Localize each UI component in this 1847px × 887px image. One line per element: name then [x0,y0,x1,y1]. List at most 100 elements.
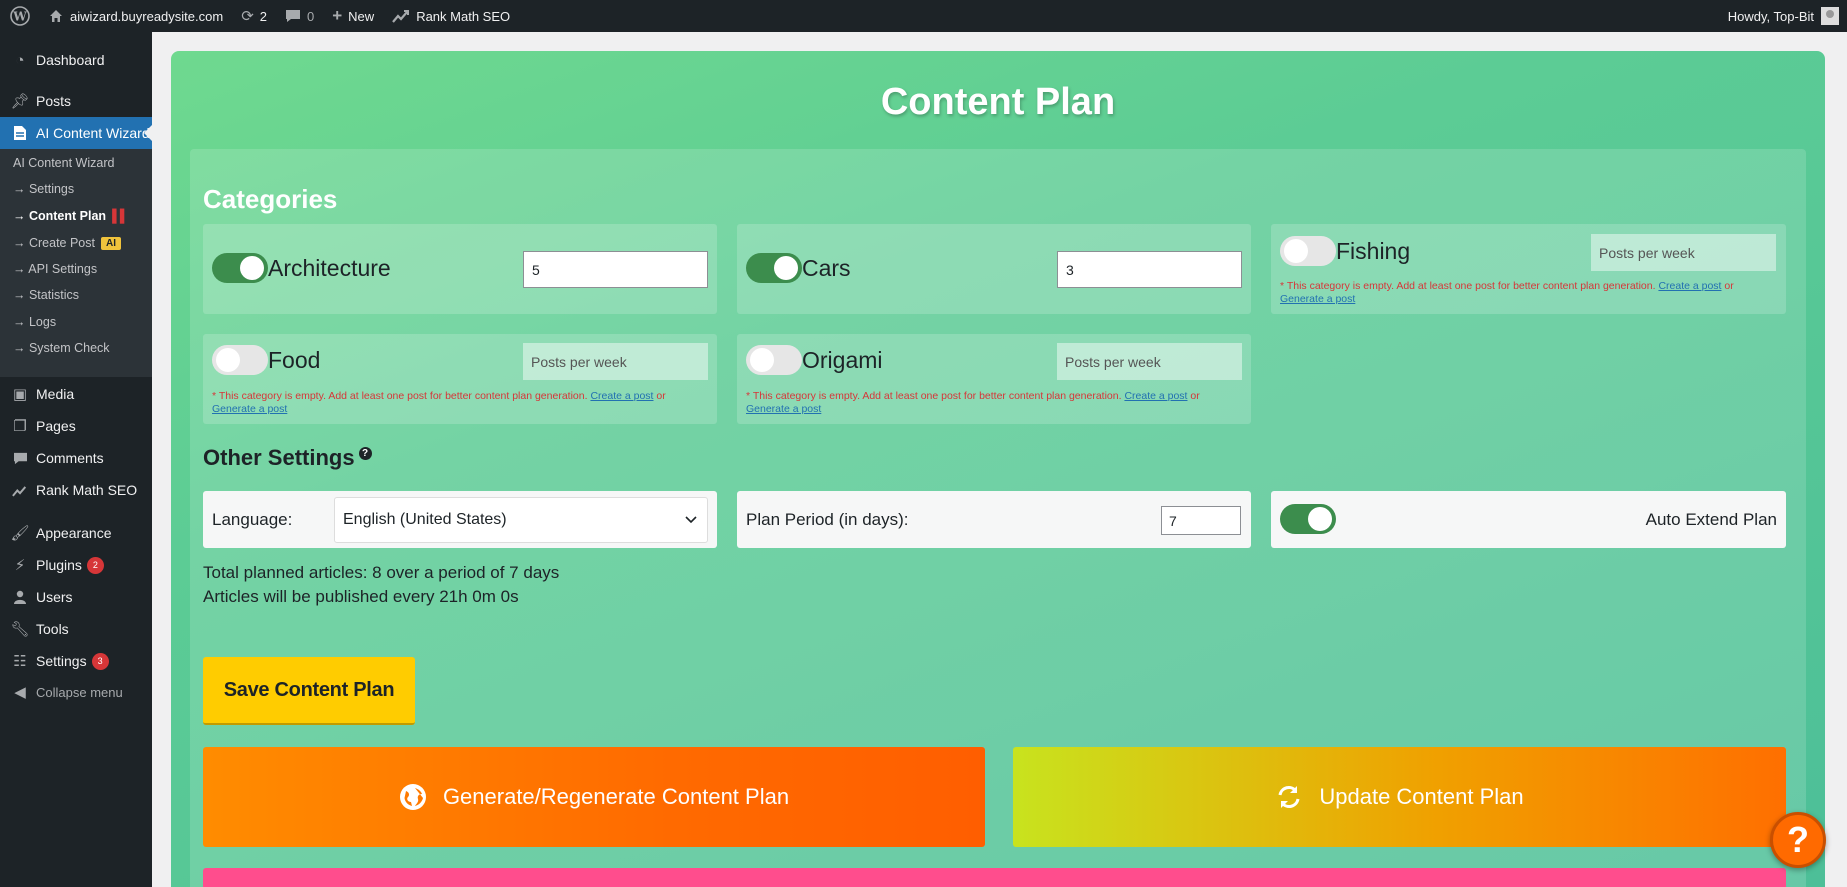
content-plan-panel: Content Plan Categories Architecture Car… [171,51,1825,887]
new-content-link[interactable]: + New [323,0,383,32]
sidebar-item-comments[interactable]: Comments [0,442,152,474]
updates-count: 2 [259,8,267,24]
new-label: New [348,8,375,24]
categories-heading: Categories [203,184,338,214]
sidebar-item-users[interactable]: Users [0,581,152,613]
rank-math-link[interactable]: Rank Math SEO [383,0,519,32]
updates-link[interactable]: ⟳ 2 [232,0,276,32]
summary-frequency: Articles will be published every 21h 0m … [203,587,519,606]
posts-per-week-input[interactable] [1057,343,1242,380]
sliders-icon: ☷ [13,653,27,670]
update-content-plan-button[interactable]: Update Content Plan [1013,747,1786,847]
sidebar-item-posts[interactable]: 📌︎ Posts [0,85,152,117]
home-icon [48,8,64,24]
generate-post-link[interactable]: Generate a post [746,403,821,415]
toggle-knob [1284,239,1308,263]
submenu-content-plan[interactable]: → Content Plan ▌▌ [13,205,129,227]
generate-post-link[interactable]: Generate a post [212,403,287,415]
category-toggle[interactable] [212,345,268,375]
my-account[interactable]: Howdy, Top-Bit [1728,7,1847,25]
sidebar-item-pages[interactable]: ❐ Pages [0,410,152,442]
heading-text: Other Settings [203,445,355,470]
media-icon: ▣ [12,386,28,403]
sidebar-item-media[interactable]: ▣ Media [0,378,152,410]
category-toggle[interactable] [212,253,268,283]
button-label: Update Content Plan [1319,784,1524,809]
comment-icon [10,452,30,465]
site-name: aiwizard.buyreadysite.com [70,8,224,24]
rank-math-icon [392,9,410,23]
language-label: Language: [212,510,293,529]
note-text: * This category is empty. Add at least o… [212,390,588,402]
empty-category-note: * This category is empty. Add at least o… [212,390,712,416]
save-content-plan-button[interactable]: Save Content Plan [203,657,415,725]
action-button-partial[interactable] [203,868,1786,887]
sidebar-item-label: Users [36,589,73,605]
wrench-icon: 🔧︎ [10,621,30,638]
wordpress-icon: W [10,6,30,26]
sidebar-item-plugins[interactable]: ⚡︎ Plugins 2 [0,549,152,581]
sidebar-item-tools[interactable]: 🔧︎ Tools [0,613,152,645]
generate-post-link[interactable]: Generate a post [1280,293,1355,305]
help-icon[interactable]: ? [358,446,372,460]
posts-per-week-input[interactable] [1057,251,1242,288]
category-card-architecture: Architecture [203,224,717,314]
sidebar-item-label: Rank Math SEO [36,482,138,498]
button-label: Generate/Regenerate Content Plan [442,784,790,809]
or-text: or [656,390,666,402]
category-name: Origami [802,347,883,373]
site-name-link[interactable]: aiwizard.buyreadysite.com [39,0,232,32]
admin-sidebar: ◔ Dashboard 📌︎ Posts AI Content Wizard A… [0,32,152,887]
or-text: or [1190,390,1200,402]
language-select[interactable]: English (United States) [334,497,708,543]
wordpress-logo[interactable]: W [0,0,39,32]
sidebar-item-label: Appearance [36,525,112,541]
submenu-system-check[interactable]: → System Check [13,337,110,359]
howdy-text: Howdy, Top-Bit [1727,8,1814,24]
note-text: * This category is empty. Add at least o… [746,390,1122,402]
posts-per-week-input[interactable] [523,251,708,288]
sidebar-item-appearance[interactable]: 🖌︎ Appearance [0,517,152,549]
submenu-logs[interactable]: → Logs [13,311,56,333]
toggle-knob [216,348,240,372]
rank-math-label: Rank Math SEO [416,8,511,24]
submenu-header[interactable]: AI Content Wizard [13,152,114,174]
sidebar-item-settings[interactable]: ☷ Settings 3 [0,645,152,677]
note-text: * This category is empty. Add at least o… [1280,280,1656,292]
sidebar-item-rank-math[interactable]: Rank Math SEO [0,474,152,506]
posts-per-week-input[interactable] [1591,234,1776,271]
empty-category-note: * This category is empty. Add at least o… [746,390,1246,416]
create-post-link[interactable]: Create a post [1658,280,1721,292]
sidebar-item-label: Posts [36,93,72,109]
generate-content-plan-button[interactable]: Generate/Regenerate Content Plan [203,747,985,847]
collapse-menu-button[interactable]: ◀ Collapse menu [0,676,152,708]
category-toggle[interactable] [746,345,802,375]
comment-icon [285,9,301,23]
sidebar-item-ai-content-wizard[interactable]: AI Content Wizard [0,117,152,149]
toggle-knob [1308,507,1332,531]
help-button[interactable]: ? [1770,812,1826,868]
plan-period-input[interactable] [1161,506,1241,535]
sync-icon [1275,783,1303,811]
create-post-link[interactable]: Create a post [1124,390,1187,402]
sidebar-item-dashboard[interactable]: ◔ Dashboard [0,44,152,76]
submenu-settings[interactable]: → Settings [13,178,74,200]
sidebar-item-label: Settings [36,653,87,669]
pages-icon: ❐ [13,418,27,435]
other-settings-heading: Other Settings ? [203,445,372,471]
submenu-api-settings[interactable]: → API Settings [13,258,97,280]
collapse-icon: ◀ [14,684,26,701]
category-name: Food [268,347,321,373]
brush-icon: 🖌︎ [10,525,30,542]
posts-per-week-input[interactable] [523,343,708,380]
submenu-create-post[interactable]: → Create Post AI [13,232,121,254]
comments-link[interactable]: 0 [276,0,323,32]
category-toggle[interactable] [746,253,802,283]
submenu-statistics[interactable]: → Statistics [13,284,79,306]
summary-total: Total planned articles: 8 over a period … [203,563,560,582]
create-post-link[interactable]: Create a post [590,390,653,402]
or-text: or [1724,280,1734,292]
auto-extend-toggle[interactable] [1280,504,1336,534]
category-toggle[interactable] [1280,236,1336,266]
pause-icon: ▌▌ [112,209,129,223]
